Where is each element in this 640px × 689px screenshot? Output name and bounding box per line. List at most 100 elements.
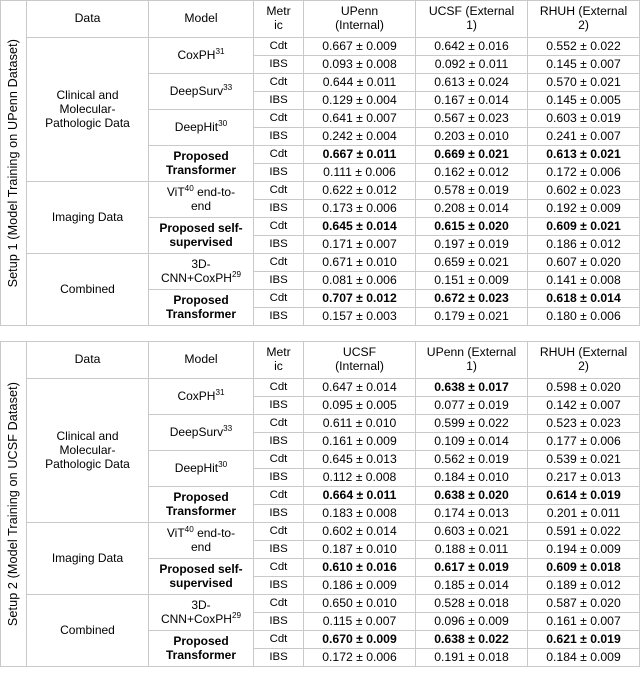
metric-cdt: Cdt [253,108,304,128]
value-cell: 0.607 ± 0.020 [527,252,640,272]
metric-cdt: Cdt [253,216,304,236]
value-cell: 0.201 ± 0.011 [527,503,640,523]
metric-cdt: Cdt [253,252,304,272]
metric-cdt: Cdt [253,593,304,613]
value-cell: 0.111 ± 0.006 [303,162,416,182]
metric-ibs: IBS [253,395,304,415]
model-cell: Proposed Transformer [148,485,254,523]
model-cell: Proposed Transformer [148,144,254,182]
model-name: Proposed self-supervised [159,562,243,591]
setup-1-block: Setup 1 (Model Training on UPenn Dataset… [0,0,640,336]
value-cell: 0.093 ± 0.008 [303,54,416,74]
header-dataset-3: RHUH (External 2) [527,0,640,38]
value-cell: 0.638 ± 0.017 [415,377,528,397]
data-group-label: Clinical and Molecular- Pathologic Data [45,429,130,472]
model-name: CoxPH31 [177,47,225,63]
model-cell: Proposed self-supervised [148,557,254,595]
model-name: ViT40 end-to-end [166,184,236,214]
value-cell: 0.095 ± 0.005 [303,395,416,415]
value-cell: 0.638 ± 0.020 [415,485,528,505]
value-cell: 0.617 ± 0.019 [415,557,528,577]
value-cell: 0.189 ± 0.012 [527,575,640,595]
header-dataset-2: UCSF (External 1) [415,0,528,38]
value-cell: 0.145 ± 0.005 [527,90,640,110]
value-cell: 0.650 ± 0.010 [303,593,416,613]
value-cell: 0.610 ± 0.016 [303,557,416,577]
citation-ref: 33 [223,424,233,434]
value-cell: 0.599 ± 0.022 [415,413,528,433]
results-table-page: Setup 1 (Model Training on UPenn Dataset… [0,0,640,689]
model-name: 3D- CNN+CoxPH29 [160,257,242,286]
value-cell: 0.157 ± 0.003 [303,306,416,326]
data-group-imaging: Imaging Data [26,521,149,595]
value-cell: 0.614 ± 0.019 [527,485,640,505]
value-cell: 0.562 ± 0.019 [415,449,528,469]
value-cell: 0.591 ± 0.022 [527,521,640,541]
value-cell: 0.615 ± 0.020 [415,216,528,236]
value-cell: 0.185 ± 0.014 [415,575,528,595]
value-cell: 0.642 ± 0.016 [415,36,528,56]
value-cell: 0.241 ± 0.007 [527,126,640,146]
table-row: Imaging Data ViT40 end-to-end Cdt 0.602 ± 0… [1,521,640,595]
setup-side-label-cell: Setup 1 (Model Training on UPenn Dataset… [0,0,27,326]
metric-cdt: Cdt [253,180,304,200]
value-cell: 0.192 ± 0.009 [527,198,640,218]
header-model: Model [148,0,254,38]
value-cell: 0.077 ± 0.019 [415,395,528,415]
value-cell: 0.142 ± 0.007 [527,395,640,415]
value-cell: 0.183 ± 0.008 [303,503,416,523]
metric-cdt: Cdt [253,377,304,397]
citation-ref: 30 [218,460,228,470]
value-cell: 0.647 ± 0.014 [303,377,416,397]
metric-ibs: IBS [253,126,304,146]
header-dataset-2: UPenn (External 1) [415,341,528,379]
value-cell: 0.539 ± 0.021 [527,449,640,469]
model-name: DeepHit30 [174,460,228,476]
setup-2-block: Setup 2 (Model Training on UCSF Dataset)… [0,341,640,677]
value-cell: 0.173 ± 0.006 [303,198,416,218]
value-cell: 0.621 ± 0.019 [527,629,640,649]
value-cell: 0.645 ± 0.013 [303,449,416,469]
value-cell: 0.552 ± 0.022 [527,36,640,56]
table-row: Imaging Data ViT40 end-to-end Cdt 0.622 ± 0… [1,180,640,254]
value-cell: 0.184 ± 0.010 [415,467,528,487]
value-cell: 0.669 ± 0.021 [415,144,528,164]
value-cell: 0.578 ± 0.019 [415,180,528,200]
table-row: Combined 3D- CNN+CoxPH29 Cdt 0.650 ± 0.010 0.… [1,593,640,667]
value-cell: 0.602 ± 0.014 [303,521,416,541]
value-cell: 0.667 ± 0.009 [303,36,416,56]
model-cell: DeepSurv33 [148,72,254,110]
header-data: Data [26,0,149,38]
value-cell: 0.611 ± 0.010 [303,413,416,433]
citation-ref: 31 [215,388,225,398]
model-cell: DeepHit30 [148,108,254,146]
setup-2-table: Setup 2 (Model Training on UCSF Dataset)… [0,341,640,667]
data-group-label: Imaging Data [51,210,124,225]
data-group-label: Clinical and Molecular- Pathologic Data [45,88,130,131]
table-row: Clinical and Molecular- Pathologic Data Cox… [1,377,640,523]
metric-cdt: Cdt [253,629,304,649]
data-group-imaging: Imaging Data [26,180,149,254]
metric-ibs: IBS [253,234,304,254]
metric-ibs: IBS [253,647,304,667]
metric-ibs: IBS [253,611,304,631]
value-cell: 0.112 ± 0.008 [303,467,416,487]
value-cell: 0.570 ± 0.021 [527,72,640,92]
value-cell: 0.115 ± 0.007 [303,611,416,631]
value-cell: 0.638 ± 0.022 [415,629,528,649]
model-name: DeepSurv33 [169,424,233,440]
metric-ibs: IBS [253,503,304,523]
citation-ref: 40 [184,184,194,194]
data-group-combined: Combined [26,593,149,667]
value-cell: 0.191 ± 0.018 [415,647,528,667]
value-cell: 0.109 ± 0.014 [415,431,528,451]
metric-cdt: Cdt [253,485,304,505]
value-cell: 0.217 ± 0.013 [527,467,640,487]
data-group-combined: Combined [26,252,149,326]
model-cell: ViT40 end-to-end [148,180,254,218]
metric-ibs: IBS [253,467,304,487]
value-cell: 0.671 ± 0.010 [303,252,416,272]
value-cell: 0.179 ± 0.021 [415,306,528,326]
header-dataset-1: UCSF (Internal) [303,341,416,379]
value-cell: 0.609 ± 0.018 [527,557,640,577]
